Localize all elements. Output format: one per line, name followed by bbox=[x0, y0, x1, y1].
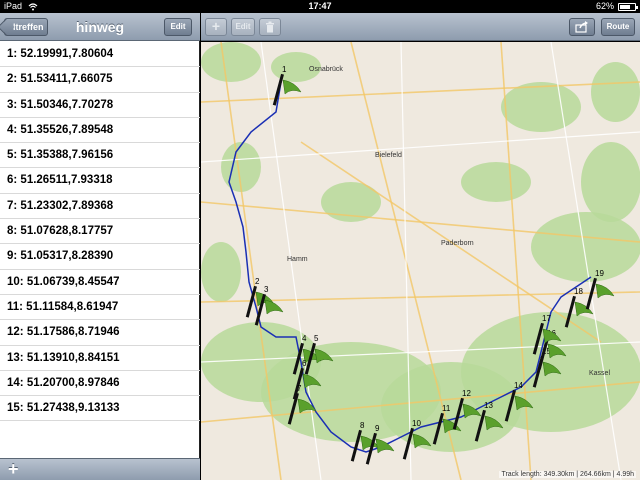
list-bottom-bar: + bbox=[0, 458, 200, 480]
waypoint-number: 12 bbox=[462, 389, 471, 398]
waypoint-number: 8 bbox=[360, 421, 365, 430]
list-item[interactable]: 13: 51.13910,8.84151 bbox=[0, 346, 200, 371]
list-navbar: ltreffen hinweg Edit bbox=[0, 13, 200, 41]
list-item[interactable]: 7: 51.23302,7.89368 bbox=[0, 194, 200, 220]
add-waypoint-button[interactable]: + bbox=[8, 460, 19, 478]
forest-area bbox=[531, 212, 640, 282]
list-item[interactable]: 14: 51.20700,8.97846 bbox=[0, 371, 200, 397]
list-item[interactable]: 6: 51.26511,7.93318 bbox=[0, 168, 200, 194]
road bbox=[201, 131, 640, 163]
waypoint-number: 2 bbox=[255, 277, 260, 286]
battery-percent: 62% bbox=[595, 1, 614, 11]
list-item[interactable]: 4: 51.35526,7.89548 bbox=[0, 118, 200, 144]
city-label: Bielefeld bbox=[375, 152, 402, 159]
trash-icon bbox=[266, 21, 274, 33]
forest-area bbox=[201, 42, 261, 82]
waypoint-flag-icon bbox=[282, 79, 302, 95]
forest-area bbox=[581, 142, 640, 222]
city-label: Hamm bbox=[287, 256, 308, 263]
waypoint-number: 9 bbox=[375, 424, 380, 433]
waypoint-number: 1 bbox=[282, 65, 287, 74]
share-icon bbox=[575, 21, 588, 33]
back-button[interactable]: ltreffen bbox=[4, 18, 48, 36]
list-item[interactable]: 10: 51.06739,8.45547 bbox=[0, 270, 200, 295]
list-title: hinweg bbox=[75, 19, 125, 35]
list-edit-button[interactable]: Edit bbox=[164, 18, 192, 36]
list-item[interactable]: 12: 51.17586,8.71946 bbox=[0, 320, 200, 346]
forest-area bbox=[201, 242, 241, 302]
waypoint-number: 13 bbox=[484, 401, 493, 410]
map-canvas: 12345678910111213141516171819 bbox=[201, 42, 640, 480]
waypoint-number: 10 bbox=[412, 419, 421, 428]
clock: 17:47 bbox=[308, 1, 332, 11]
waypoint-number: 19 bbox=[595, 269, 604, 278]
waypoint-panel: ltreffen hinweg Edit 1: 52.19991,7.80604… bbox=[0, 13, 200, 480]
map-panel: + Edit Route 123456789101112131415161718… bbox=[201, 13, 640, 480]
list-item[interactable]: 11: 51.11584,8.61947 bbox=[0, 295, 200, 321]
list-item[interactable]: 9: 51.05317,8.28390 bbox=[0, 244, 200, 270]
battery-icon bbox=[618, 3, 638, 11]
waypoint-number: 4 bbox=[302, 334, 307, 343]
list-item[interactable]: 15: 51.27438,9.13133 bbox=[0, 396, 200, 422]
city-label: Paderborn bbox=[441, 240, 474, 247]
status-bar: iPad 17:47 62% bbox=[0, 0, 640, 13]
waypoint-flag-icon bbox=[595, 283, 615, 299]
waypoint-number: 5 bbox=[314, 334, 319, 343]
city-label: Osnabrück bbox=[309, 66, 343, 73]
forest-area bbox=[591, 62, 640, 122]
forest-area bbox=[461, 162, 531, 202]
list-item[interactable]: 8: 51.07628,8.17757 bbox=[0, 219, 200, 245]
map-add-button[interactable]: + bbox=[205, 18, 227, 36]
route-button[interactable]: Route bbox=[601, 18, 635, 36]
waypoint-number: 11 bbox=[442, 404, 451, 413]
map-toolbar: + Edit Route bbox=[201, 13, 640, 41]
list-item[interactable]: 2: 51.53411,7.66075 bbox=[0, 67, 200, 93]
trash-button[interactable] bbox=[259, 18, 281, 36]
city-label: Kassel bbox=[589, 370, 611, 377]
track-length-info: Track length: 349.30km | 264.66km | 4.99… bbox=[499, 471, 636, 478]
map-edit-button[interactable]: Edit bbox=[231, 18, 255, 36]
list-item[interactable]: 1: 52.19991,7.80604 bbox=[0, 42, 200, 68]
waypoint-number: 14 bbox=[514, 381, 523, 390]
list-item[interactable]: 3: 51.50346,7.70278 bbox=[0, 93, 200, 118]
waypoint-flag-icon bbox=[264, 299, 284, 315]
share-button[interactable] bbox=[569, 18, 595, 36]
list-item[interactable]: 5: 51.35388,7.96156 bbox=[0, 143, 200, 169]
waypoint-list: 1: 52.19991,7.80604 2: 51.53411,7.66075 … bbox=[0, 42, 200, 422]
waypoint-number: 18 bbox=[574, 287, 583, 296]
waypoint-flag-icon bbox=[574, 301, 594, 317]
waypoint-number: 6 bbox=[302, 359, 307, 368]
waypoint-number: 7 bbox=[297, 384, 302, 393]
forest-area bbox=[501, 82, 581, 132]
waypoint-number: 17 bbox=[542, 314, 551, 323]
waypoint-number: 3 bbox=[264, 285, 269, 294]
map-view[interactable]: 12345678910111213141516171819 Osnabrück … bbox=[201, 42, 640, 480]
